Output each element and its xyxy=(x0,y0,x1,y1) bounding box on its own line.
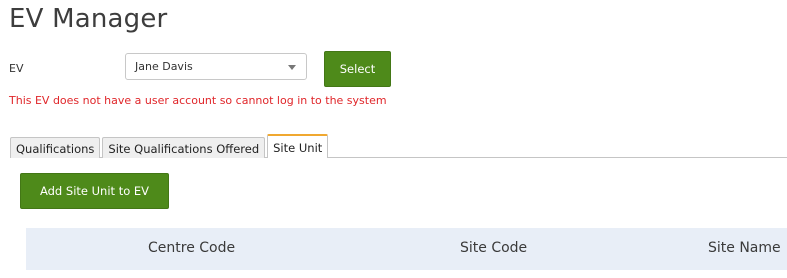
column-header-site-code[interactable]: Site Code xyxy=(460,240,527,256)
site-unit-table-header: Centre Code Site Code Site Name xyxy=(26,228,787,270)
tab-qualifications[interactable]: Qualifications xyxy=(10,137,101,158)
add-site-unit-button[interactable]: Add Site Unit to EV xyxy=(20,173,169,209)
column-header-centre-code[interactable]: Centre Code xyxy=(148,240,235,256)
page-title: EV Manager xyxy=(9,4,168,34)
no-account-warning: This EV does not have a user account so … xyxy=(9,94,387,107)
ev-label: EV xyxy=(9,62,24,75)
tab-site-unit[interactable]: Site Unit xyxy=(267,134,329,158)
tab-bar: Qualifications Site Qualifications Offer… xyxy=(10,134,330,158)
chevron-down-icon xyxy=(288,65,296,70)
select-button[interactable]: Select xyxy=(324,51,391,87)
ev-select-value: Jane Davis xyxy=(135,60,193,73)
column-header-site-name[interactable]: Site Name xyxy=(708,240,781,256)
tab-site-qualifications-offered[interactable]: Site Qualifications Offered xyxy=(102,137,266,158)
ev-select-dropdown[interactable]: Jane Davis xyxy=(125,53,307,80)
